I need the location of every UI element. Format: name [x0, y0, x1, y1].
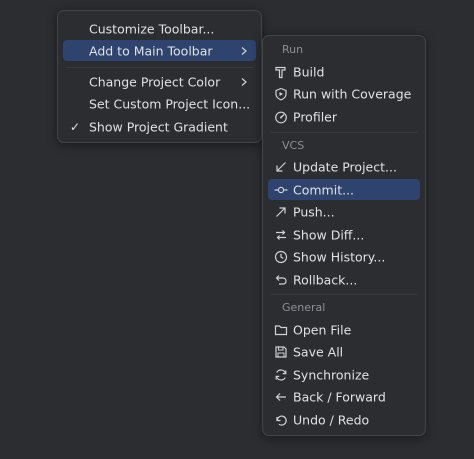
- profiler-label: Profiler: [293, 109, 338, 124]
- chevron-right-icon: [241, 46, 247, 55]
- section-header-vcs: VCS: [282, 139, 305, 152]
- commit-label: Commit...: [293, 182, 355, 197]
- build-item[interactable]: Build: [268, 61, 420, 82]
- customize-toolbar-item[interactable]: Customize Toolbar...: [63, 18, 256, 39]
- chevron-right-icon: [241, 77, 247, 86]
- update-project-item[interactable]: Update Project...: [268, 156, 420, 177]
- profiler-item[interactable]: Profiler: [268, 106, 420, 127]
- add-to-main-toolbar-item[interactable]: Add to Main Toolbar: [63, 40, 256, 61]
- diff-arrows-icon: [274, 228, 288, 242]
- rollback-item[interactable]: Rollback...: [268, 269, 420, 290]
- open-file-item[interactable]: Open File: [268, 319, 420, 340]
- set-custom-project-icon-label: Set Custom Project Icon...: [89, 96, 251, 111]
- commit-item[interactable]: Commit...: [268, 179, 420, 200]
- update-project-label: Update Project...: [293, 159, 397, 174]
- rollback-arrow-icon: [274, 273, 288, 287]
- section-header-run: Run: [282, 43, 304, 56]
- show-diff-item[interactable]: Show Diff...: [268, 224, 420, 245]
- open-file-label: Open File: [293, 322, 352, 337]
- show-project-gradient-label: Show Project Gradient: [89, 119, 228, 134]
- undo-redo-item[interactable]: Undo / Redo: [268, 409, 420, 430]
- add-to-main-toolbar-submenu: Run Build Run with Coverage Profiler VCS…: [262, 35, 426, 436]
- floppy-disk-icon: [274, 345, 288, 359]
- back-forward-label: Back / Forward: [293, 389, 386, 404]
- arrow-left-icon: [274, 390, 288, 404]
- set-custom-project-icon-item[interactable]: Set Custom Project Icon...: [63, 93, 256, 114]
- run-with-coverage-label: Run with Coverage: [293, 86, 412, 101]
- show-history-item[interactable]: Show History...: [268, 246, 420, 267]
- hammer-icon: [274, 65, 288, 79]
- change-project-color-label: Change Project Color: [89, 74, 221, 89]
- synchronize-item[interactable]: Synchronize: [268, 364, 420, 385]
- refresh-icon: [274, 368, 288, 382]
- menu-separator: [66, 67, 253, 68]
- save-all-label: Save All: [293, 344, 344, 359]
- rollback-label: Rollback...: [293, 272, 358, 287]
- push-item[interactable]: Push...: [268, 201, 420, 222]
- show-history-label: Show History...: [293, 249, 386, 264]
- checkmark-icon: ✓: [70, 119, 81, 134]
- show-project-gradient-item[interactable]: ✓ Show Project Gradient: [63, 116, 256, 137]
- toolbar-context-menu: Customize Toolbar... Add to Main Toolbar…: [57, 10, 262, 143]
- undo-redo-label: Undo / Redo: [293, 412, 370, 427]
- run-with-coverage-item[interactable]: Run with Coverage: [268, 83, 420, 104]
- arrow-down-left-icon: [274, 160, 288, 174]
- menu-separator: [271, 132, 417, 133]
- synchronize-label: Synchronize: [293, 367, 370, 382]
- customize-toolbar-label: Customize Toolbar...: [89, 21, 215, 36]
- back-forward-item[interactable]: Back / Forward: [268, 386, 420, 407]
- build-label: Build: [293, 64, 325, 79]
- coverage-shield-icon: [274, 87, 288, 101]
- change-project-color-item[interactable]: Change Project Color: [63, 71, 256, 92]
- commit-icon: [274, 183, 288, 197]
- section-header-general: General: [282, 301, 326, 314]
- add-to-main-toolbar-label: Add to Main Toolbar: [89, 43, 213, 58]
- show-diff-label: Show Diff...: [293, 227, 365, 242]
- arrow-up-right-icon: [274, 205, 288, 219]
- menu-separator: [271, 294, 417, 295]
- profiler-gauge-icon: [274, 110, 288, 124]
- clock-icon: [274, 250, 288, 264]
- push-label: Push...: [293, 204, 335, 219]
- undo-icon: [274, 413, 288, 427]
- folder-icon: [274, 323, 288, 337]
- save-all-item[interactable]: Save All: [268, 341, 420, 362]
